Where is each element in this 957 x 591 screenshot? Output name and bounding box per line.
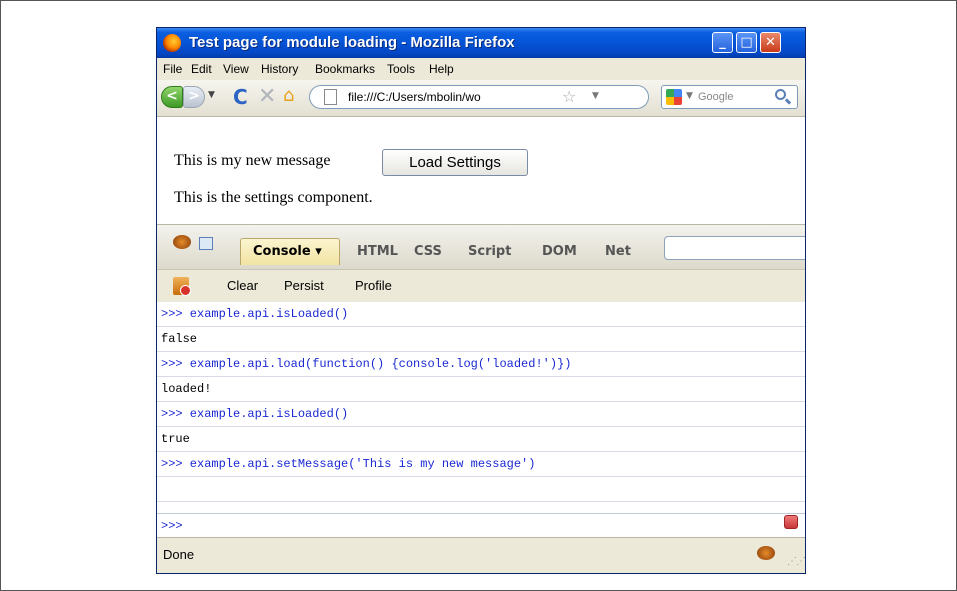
- title-bar[interactable]: Test page for module loading - Mozilla F…: [157, 28, 805, 58]
- url-text[interactable]: file:///C:/Users/mbolin/wo: [348, 90, 481, 104]
- tab-html[interactable]: HTML: [357, 244, 398, 259]
- menu-file[interactable]: File: [163, 62, 182, 76]
- console-toolbar: Clear Persist Profile: [157, 269, 805, 303]
- menu-bar: File Edit View History Bookmarks Tools H…: [157, 58, 805, 80]
- url-bar[interactable]: file:///C:/Users/mbolin/wo ☆ ▼: [309, 85, 649, 109]
- url-dropdown-icon[interactable]: ▼: [592, 91, 599, 101]
- history-dropdown-icon[interactable]: ▼: [208, 90, 215, 100]
- resize-grip-icon[interactable]: ⋰⋰: [787, 556, 805, 567]
- settings-text: This is the settings component.: [174, 189, 373, 206]
- status-bar: Done ⋰⋰: [157, 537, 805, 573]
- persist-button[interactable]: Persist: [284, 278, 324, 293]
- firefox-window: Test page for module loading - Mozilla F…: [156, 27, 806, 574]
- console-line: >>> example.api.isLoaded(): [157, 402, 805, 427]
- window-title: Test page for module loading - Mozilla F…: [189, 34, 515, 51]
- tab-net[interactable]: Net: [605, 244, 631, 259]
- status-text: Done: [163, 547, 195, 562]
- minimize-button[interactable]: _: [712, 32, 733, 53]
- tab-dom[interactable]: DOM: [542, 244, 577, 259]
- firebug-search-input[interactable]: [664, 236, 805, 260]
- console-line: >>> example.api.isLoaded(): [157, 302, 805, 327]
- navigation-toolbar: < > ▼ C ✕ ⌂ file:///C:/Users/mbolin/wo ☆…: [157, 80, 805, 117]
- console-line: >>> example.api.load(function() {console…: [157, 352, 805, 377]
- clear-button[interactable]: Clear: [227, 278, 258, 293]
- tab-console[interactable]: Console ▾: [240, 238, 340, 265]
- inspect-icon[interactable]: [199, 237, 213, 250]
- menu-bookmarks[interactable]: Bookmarks: [315, 62, 375, 76]
- firebug-icon[interactable]: [173, 235, 191, 249]
- tab-script[interactable]: Script: [468, 244, 511, 259]
- firebug-status-icon[interactable]: [757, 546, 775, 560]
- console-line: [157, 477, 805, 502]
- search-engine-dropdown-icon[interactable]: ▼: [686, 91, 693, 101]
- menu-tools[interactable]: Tools: [387, 62, 415, 76]
- reload-icon[interactable]: C: [233, 85, 248, 109]
- console-line: false: [157, 327, 805, 352]
- search-input[interactable]: Google: [698, 91, 733, 103]
- menu-edit[interactable]: Edit: [191, 62, 212, 76]
- page-icon: [324, 89, 337, 105]
- tab-css[interactable]: CSS: [414, 244, 442, 259]
- back-button[interactable]: <: [161, 86, 183, 108]
- firefox-logo-icon: [163, 34, 181, 52]
- console-log: >>> example.api.isLoaded() false >>> exa…: [157, 302, 805, 513]
- menu-view[interactable]: View: [223, 62, 249, 76]
- google-icon[interactable]: [666, 89, 682, 105]
- load-settings-button[interactable]: Load Settings: [382, 149, 528, 176]
- bookmark-star-icon[interactable]: ☆: [562, 87, 576, 106]
- menu-history[interactable]: History: [261, 62, 298, 76]
- console-line: loaded!: [157, 377, 805, 402]
- larger-command-line-icon[interactable]: [784, 515, 798, 529]
- home-icon[interactable]: ⌂: [283, 85, 294, 106]
- clear-console-icon[interactable]: [173, 277, 191, 296]
- search-icon[interactable]: [775, 89, 786, 100]
- message-text: This is my new message: [174, 152, 331, 169]
- firebug-tab-bar: Console ▾ HTML CSS Script DOM Net: [157, 224, 805, 270]
- stop-icon[interactable]: ✕: [258, 84, 276, 109]
- console-line: >>> example.api.setMessage('This is my n…: [157, 452, 805, 477]
- close-button[interactable]: ✕: [760, 32, 781, 53]
- maximize-button[interactable]: □: [736, 32, 757, 53]
- menu-help[interactable]: Help: [429, 62, 454, 76]
- profile-button[interactable]: Profile: [355, 278, 392, 293]
- forward-button[interactable]: >: [183, 86, 205, 108]
- console-command-line[interactable]: >>>: [157, 513, 805, 537]
- page-content: This is my new message Load Settings Thi…: [157, 117, 805, 224]
- search-bar[interactable]: ▼ Google: [661, 85, 798, 109]
- console-line: true: [157, 427, 805, 452]
